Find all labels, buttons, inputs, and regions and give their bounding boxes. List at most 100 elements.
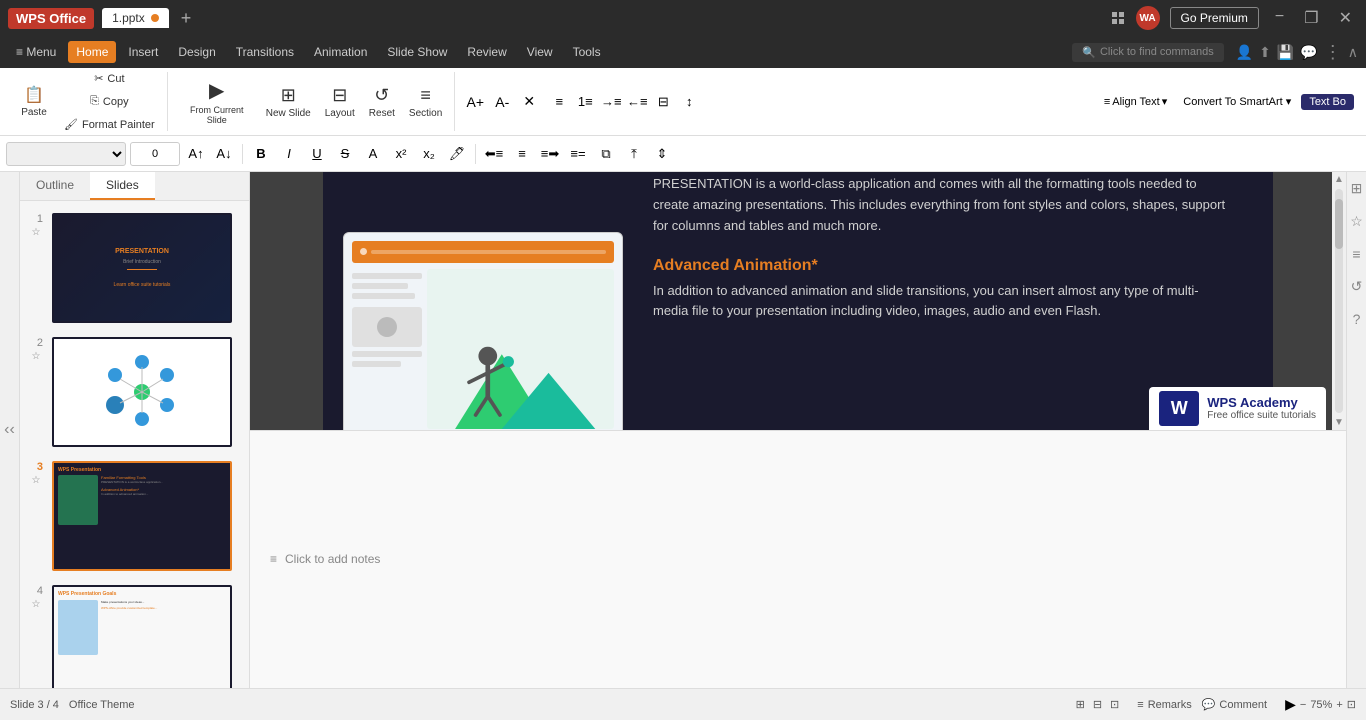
paste-button[interactable]: 📋 Paste [12, 82, 56, 121]
menu-item-tools[interactable]: Tools [565, 41, 609, 63]
find-commands-bar[interactable]: 🔍 Click to find commands [1072, 43, 1223, 62]
underline-button[interactable]: U [305, 142, 329, 166]
section-button[interactable]: ≡ Section [403, 82, 448, 122]
zoom-out-btn[interactable]: − [1300, 699, 1306, 711]
remarks-label[interactable]: Remarks [1148, 699, 1192, 711]
right-panel-icon-4[interactable]: ↺ [1347, 274, 1366, 299]
zoom-level: 75% [1310, 699, 1332, 711]
slide-canvas[interactable]: WPS Presentation [323, 172, 1273, 430]
right-panel-icon-3[interactable]: ≡ [1348, 242, 1364, 266]
line-spacing-btn[interactable]: ↕ [677, 90, 701, 114]
scroll-up-btn[interactable]: ▲ [1332, 172, 1346, 187]
decrease-font-btn[interactable]: A- [490, 90, 514, 114]
col-layout-btn[interactable]: ⊟ [651, 90, 675, 114]
font-color-button[interactable]: A [361, 142, 385, 166]
reset-button[interactable]: ↺ Reset [363, 82, 401, 122]
slide-item-3[interactable]: 3 ☆ WPS Presentation Familiar Formatting… [24, 457, 245, 575]
new-slide-button[interactable]: ⊞ New Slide [260, 82, 317, 122]
slide-item-2[interactable]: 2 ☆ [24, 333, 245, 451]
numbered-list-btn[interactable]: 1≡ [573, 90, 597, 114]
bold-button[interactable]: B [249, 142, 273, 166]
columns-btn[interactable]: ⧉ [594, 142, 618, 166]
font-family-select[interactable] [6, 142, 126, 166]
right-panel-icon-5[interactable]: ? [1349, 307, 1365, 331]
title-bar-right: WA Go Premium − ❐ ✕ [1112, 6, 1358, 30]
close-button[interactable]: ✕ [1333, 8, 1358, 28]
textbox-button[interactable]: Text Bo [1301, 94, 1354, 110]
view-reading-btn[interactable]: ⊡ [1110, 698, 1119, 711]
menu-item-view[interactable]: View [519, 41, 561, 63]
align-right-btn[interactable]: ≡➡ [538, 142, 562, 166]
align-center-btn[interactable]: ≡ [510, 142, 534, 166]
comment-label[interactable]: Comment [1219, 699, 1267, 711]
strikethrough-button[interactable]: S [333, 142, 357, 166]
menu-item-review[interactable]: Review [459, 41, 514, 63]
slide-item-1[interactable]: 1 ☆ PRESENTATION Brief Introduction Lear… [24, 209, 245, 327]
upload-icon[interactable]: ⬆ [1259, 44, 1271, 61]
new-tab-button[interactable]: + [181, 8, 192, 29]
view-grid-btn[interactable]: ⊟ [1093, 698, 1102, 711]
from-current-slide-button[interactable]: ▶ From Current Slide [176, 75, 258, 128]
notes-area[interactable]: ≡ Click to add notes [250, 430, 1346, 689]
menu-item-animation[interactable]: Animation [306, 41, 375, 63]
comment-icon[interactable]: 💬 [1300, 44, 1317, 61]
menu-item-slideshow[interactable]: Slide Show [379, 41, 455, 63]
right-panel-icon-1[interactable]: ⊞ [1347, 176, 1366, 201]
highlight-button[interactable]: 🖊 [445, 142, 469, 166]
share-icon[interactable]: 👤 [1236, 44, 1253, 61]
slide-thumb-1[interactable]: PRESENTATION Brief Introduction Learn of… [52, 213, 232, 323]
collapse-icon[interactable]: ∧ [1348, 44, 1358, 61]
fit-window-btn[interactable]: ⊡ [1347, 698, 1356, 711]
convert-smartart-button[interactable]: Convert To SmartArt ▾ [1175, 93, 1299, 110]
align-text-button[interactable]: ≡ Align Text ▾ [1098, 93, 1173, 110]
menu-item-insert[interactable]: Insert [120, 41, 166, 63]
tab-slides[interactable]: Slides [90, 172, 155, 200]
slide-thumb-4[interactable]: WPS Presentation Goals Make presentation… [52, 585, 232, 688]
align-middle-btn[interactable]: ⇕ [650, 142, 674, 166]
panel-collapse-button[interactable]: ‹‹ [0, 172, 20, 688]
more-options-icon[interactable]: ⋮ [1324, 42, 1342, 63]
copy-button[interactable]: ⎘ Copy [58, 92, 161, 111]
align-left-btn[interactable]: ⬅≡ [482, 142, 506, 166]
align-top-btn[interactable]: ⤒ [622, 142, 646, 166]
bullets-btn[interactable]: ≡ [547, 90, 571, 114]
slideshow-play-btn[interactable]: ▶ [1285, 696, 1296, 713]
slide-thumb-3[interactable]: WPS Presentation Familiar Formatting Too… [52, 461, 232, 571]
cut-button[interactable]: ✂ Cut [58, 69, 161, 88]
save-icon[interactable]: 💾 [1277, 44, 1294, 61]
font-decrease-btn[interactable]: A↓ [212, 142, 236, 166]
menu-item-menu[interactable]: ≡ Menu [8, 41, 64, 63]
slide-thumb-2[interactable] [52, 337, 232, 447]
tab-outline[interactable]: Outline [20, 172, 90, 200]
slide-star-2: ☆ [32, 351, 41, 362]
menu-item-design[interactable]: Design [170, 41, 223, 63]
go-premium-button[interactable]: Go Premium [1170, 7, 1259, 29]
menu-item-transitions[interactable]: Transitions [228, 41, 302, 63]
layout-button[interactable]: ⊟ Layout [319, 82, 361, 122]
justify-btn[interactable]: ≡= [566, 142, 590, 166]
menu-item-home[interactable]: Home [68, 41, 116, 63]
grid-icon[interactable] [1112, 12, 1126, 24]
wps-logo[interactable]: WPS Office [8, 8, 94, 29]
canvas-scrollbar[interactable]: ▲ ▼ [1332, 172, 1346, 430]
restore-button[interactable]: ❐ [1298, 8, 1324, 28]
subscript-button[interactable]: x₂ [417, 142, 441, 166]
minimize-button[interactable]: − [1269, 8, 1290, 28]
superscript-button[interactable]: x² [389, 142, 413, 166]
italic-button[interactable]: I [277, 142, 301, 166]
scroll-down-btn[interactable]: ▼ [1332, 415, 1346, 430]
indent-decrease-btn[interactable]: ←≡ [625, 90, 649, 114]
avatar[interactable]: WA [1136, 6, 1160, 30]
font-increase-btn[interactable]: A↑ [184, 142, 208, 166]
view-normal-btn[interactable]: ⊞ [1076, 698, 1085, 711]
clear-format-btn[interactable]: ✕ [517, 90, 541, 114]
increase-font-btn[interactable]: A+ [463, 90, 487, 114]
file-tab[interactable]: 1.pptx [102, 8, 169, 28]
indent-increase-btn[interactable]: →≡ [599, 90, 623, 114]
zoom-in-btn[interactable]: + [1336, 699, 1342, 711]
format-painter-button[interactable]: 🖌 Format Painter [58, 115, 161, 134]
font-size-input[interactable] [130, 142, 180, 166]
slide-item-4[interactable]: 4 ☆ WPS Presentation Goals Make presenta… [24, 581, 245, 688]
comment-icon-bottom: 💬 [1202, 698, 1216, 711]
right-panel-icon-2[interactable]: ☆ [1346, 209, 1366, 234]
